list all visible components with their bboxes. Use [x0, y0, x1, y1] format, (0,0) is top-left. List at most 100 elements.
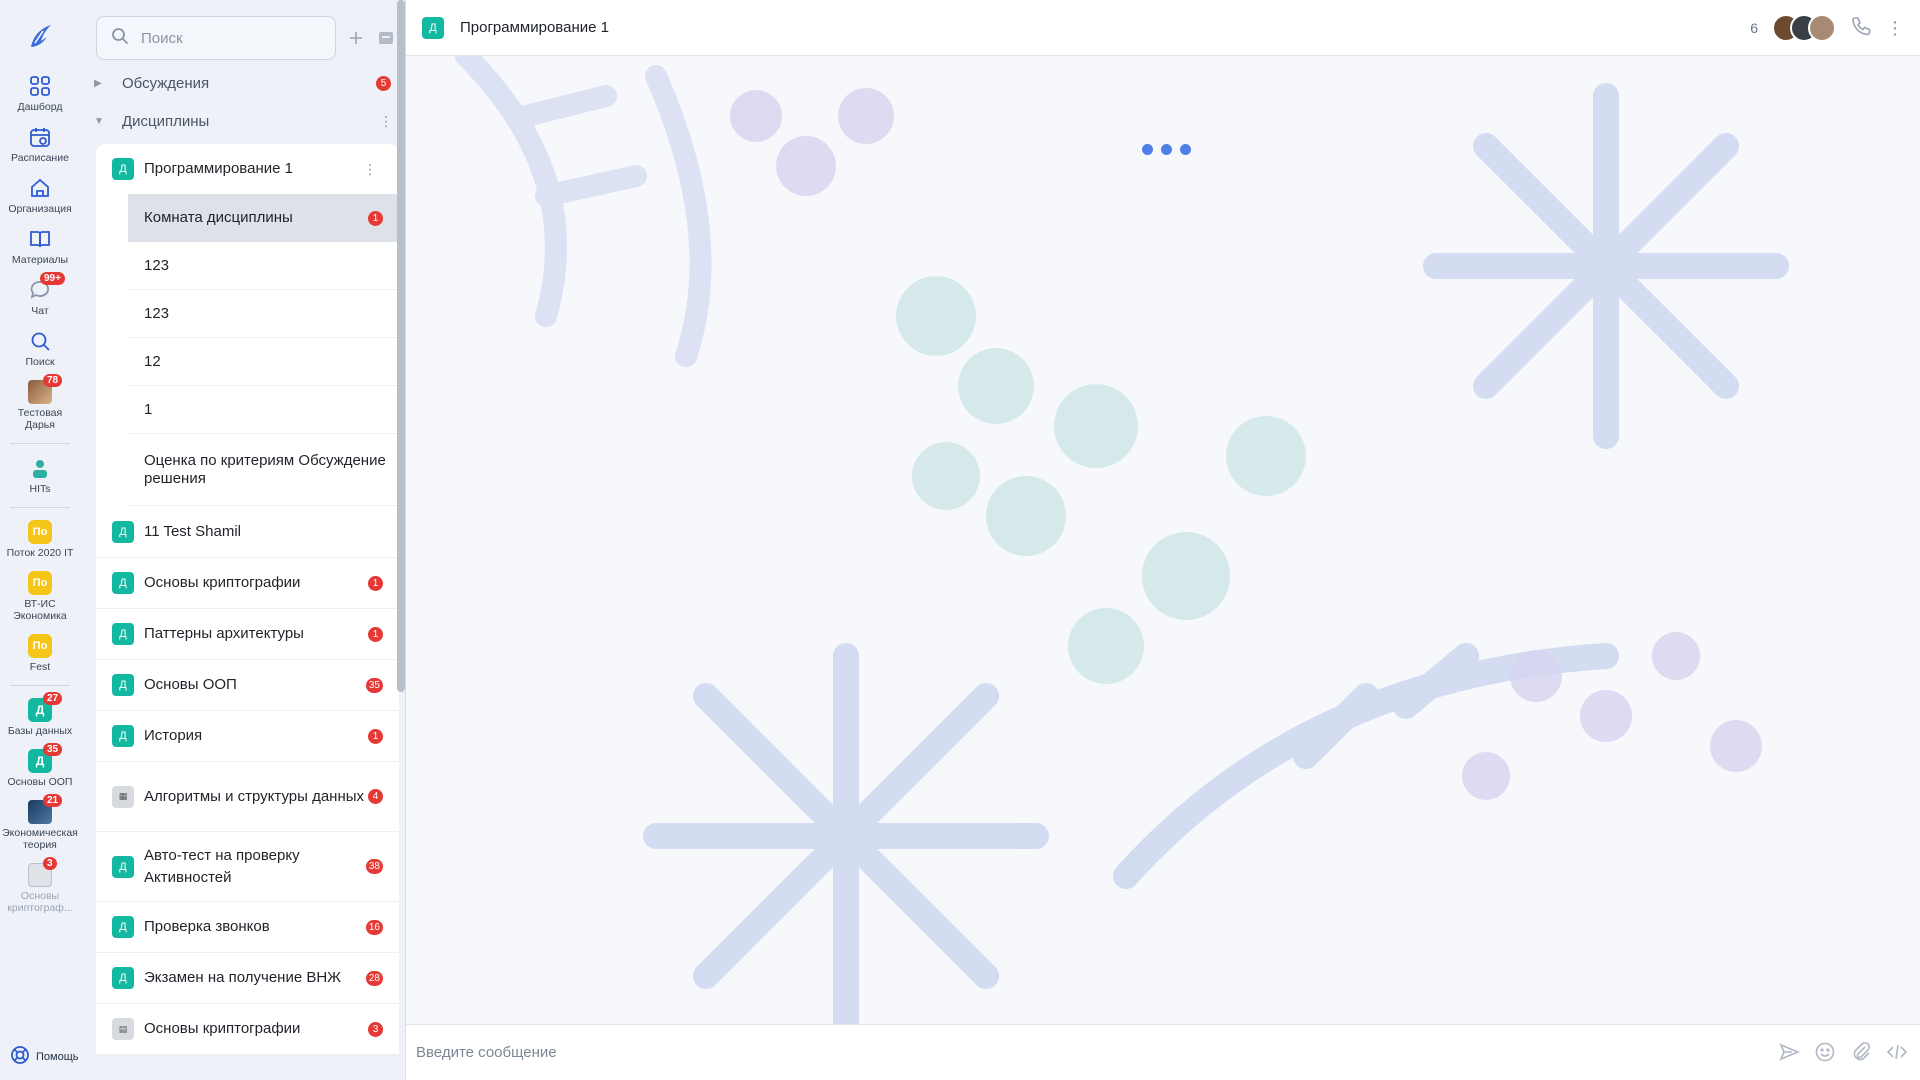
room-name: История [144, 727, 203, 744]
rail-item-search[interactable]: Поиск [0, 323, 80, 374]
room-name: Основы криптографии [144, 574, 301, 591]
book-icon [28, 227, 52, 251]
rail-space-hits[interactable]: HITs [0, 450, 80, 501]
unread-badge: 1 [368, 728, 383, 744]
room-avatar: Д [112, 916, 134, 938]
subroom-discipline-room[interactable]: Комната дисциплины 1 [128, 194, 399, 242]
app-logo[interactable] [22, 18, 58, 54]
room-item[interactable]: Д Проверка звонков 16 [96, 902, 399, 953]
rail-divider [10, 685, 70, 686]
emoji-icon[interactable] [1814, 1041, 1836, 1068]
explore-rooms-icon[interactable] [376, 28, 396, 48]
rail-item-chat[interactable]: 99+ Чат [0, 272, 80, 323]
loading-dot [1142, 144, 1153, 155]
message-input[interactable]: Введите сообщение [416, 1044, 557, 1061]
room-avatar-image: ▤ [112, 1018, 134, 1040]
room-name: Основы криптографии [144, 1020, 301, 1037]
rail-course-databases[interactable]: Д 27 Базы данных [0, 692, 80, 743]
loading-dot [1180, 144, 1191, 155]
caret-right-icon: ▶ [94, 77, 102, 89]
search-placeholder: Поиск [141, 29, 183, 47]
loading-indicator [1142, 144, 1191, 155]
room-name: Программирование 1 [144, 160, 293, 177]
room-avatar: Д [112, 572, 134, 594]
subroom-12[interactable]: 12 [128, 338, 399, 386]
rail-item-materials[interactable]: Материалы [0, 221, 80, 272]
more-options-icon[interactable]: ⋮ [379, 113, 393, 130]
chat-icon: 99+ [28, 272, 65, 302]
group-disciplines[interactable]: ▼ Дисциплины ⋮ [80, 102, 405, 140]
code-block-icon[interactable] [1886, 1041, 1908, 1068]
rail-space-potok[interactable]: По Поток 2020 IT [0, 514, 80, 565]
member-avatars[interactable] [1772, 14, 1836, 42]
subroom-1[interactable]: 1 [128, 386, 399, 434]
rail-item-test-daria[interactable]: 78 Тестовая Дарья [0, 374, 80, 437]
room-item[interactable]: Д Авто-тест на проверку Активностей 38 [96, 832, 399, 902]
course-avatar: Д 27 [28, 692, 63, 722]
left-rail: Дашборд Расписание Организация Материалы… [0, 0, 80, 1080]
rail-item-label: Чат [31, 305, 49, 317]
room-name: Экзамен на получение ВНЖ [144, 969, 342, 986]
space-avatar: По [28, 571, 52, 595]
subroom-123[interactable]: 123 [128, 242, 399, 290]
more-options-icon[interactable]: ⋮ [363, 161, 377, 178]
rail-item-organization[interactable]: Организация [0, 170, 80, 221]
room-name: 1 [144, 400, 153, 418]
space-avatar: По [28, 520, 52, 544]
room-item[interactable]: Д Паттерны архитектуры 1 [96, 609, 399, 660]
room-item[interactable]: Д Экзамен на получение ВНЖ 28 [96, 953, 399, 1004]
unread-badge: 3 [368, 1021, 383, 1037]
room-item[interactable]: Д Основы ООП 35 [96, 660, 399, 711]
room-item[interactable]: Д История 1 [96, 711, 399, 762]
subroom-criteria-evaluation[interactable]: Оценка по критериям Обсуждение решения [128, 434, 399, 506]
add-icon[interactable] [346, 28, 366, 48]
rail-space-vtis[interactable]: По ВТ-ИС Экономика [0, 565, 80, 628]
help-button[interactable]: Помощь [10, 1045, 79, 1068]
phone-icon[interactable] [1850, 15, 1872, 42]
unread-badge: 27 [43, 692, 63, 705]
room-avatar: Д [112, 725, 134, 747]
rail-item-label: Дашборд [17, 101, 63, 113]
unread-badge: 38 [365, 859, 383, 874]
unread-badge: 1 [368, 626, 383, 642]
rail-course-economics[interactable]: 21 Экономическая теория [0, 794, 80, 857]
rail-item-label: Базы данных [7, 725, 73, 737]
search-input[interactable]: Поиск [96, 16, 336, 60]
rail-item-dashboard[interactable]: Дашборд [0, 68, 80, 119]
composer-tools [1778, 1041, 1908, 1068]
sidebar-scrollbar[interactable] [397, 0, 405, 692]
room-name: Комната дисциплины [144, 209, 293, 226]
rail-item-label: Материалы [11, 254, 69, 266]
group-discussions[interactable]: ▶ Обсуждения 5 [80, 64, 405, 102]
rail-item-schedule[interactable]: Расписание [0, 119, 80, 170]
unread-badge: 3 [43, 857, 57, 870]
room-name: 123 [144, 304, 170, 322]
room-avatar: Д [112, 855, 134, 878]
room-programming-1[interactable]: Д Программирование 1 ⋮ [96, 144, 399, 194]
unread-badge: 78 [43, 374, 63, 387]
room-name: Проверка звонков [144, 918, 270, 935]
room-item[interactable]: ▤ Основы криптографии 3 [96, 1004, 399, 1055]
course-avatar: Д 35 [28, 743, 63, 773]
more-options-icon[interactable]: ⋮ [1886, 18, 1904, 39]
rail-course-crypto[interactable]: 3 Основы криптограф... [0, 857, 80, 920]
attachment-icon[interactable] [1850, 1041, 1872, 1068]
room-avatar: Д [112, 158, 134, 180]
room-name: Авто-тест на проверку Активностей [144, 846, 300, 886]
room-title[interactable]: Программирование 1 [460, 19, 609, 36]
room-item[interactable]: Д 11 Test Shamil [96, 506, 399, 558]
room-item[interactable]: Д Основы криптографии 1 [96, 558, 399, 609]
search-icon [111, 27, 129, 49]
room-item[interactable]: ▦ Алгоритмы и структуры данных 4 [96, 762, 399, 832]
send-icon[interactable] [1778, 1041, 1801, 1068]
message-composer[interactable]: Введите сообщение [406, 1024, 1920, 1080]
unread-badge: 21 [43, 794, 63, 807]
member-count[interactable]: 6 [1750, 20, 1758, 36]
rail-space-fest[interactable]: По Fest [0, 628, 80, 679]
subroom-123-b[interactable]: 123 [128, 290, 399, 338]
rail-course-oop[interactable]: Д 35 Основы ООП [0, 743, 80, 794]
room-avatar[interactable]: Д [422, 16, 444, 39]
rail-item-label: HITs [29, 483, 51, 495]
room-avatar-image: ▦ [112, 785, 134, 808]
unread-badge: 4 [368, 789, 383, 804]
